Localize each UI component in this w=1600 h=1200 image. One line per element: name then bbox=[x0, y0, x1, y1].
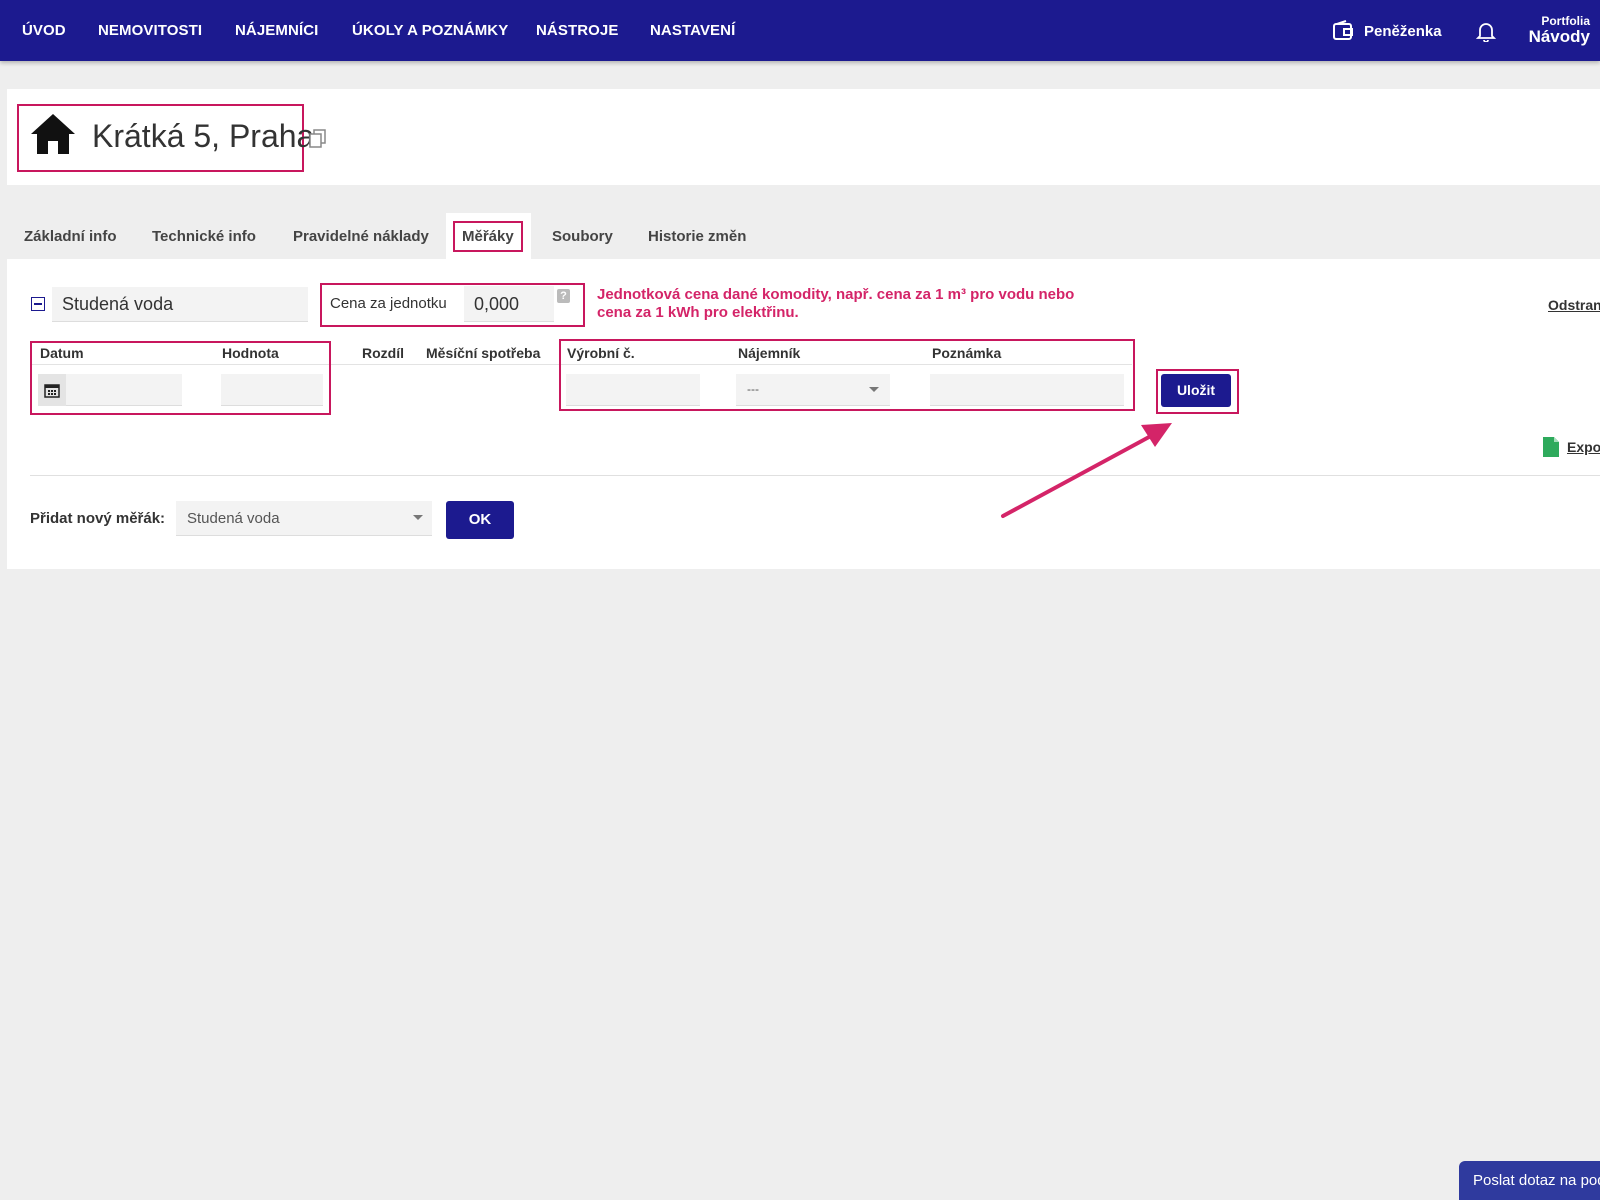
home-icon bbox=[29, 112, 77, 161]
top-navbar: ÚVOD NEMOVITOSTI NÁJEMNÍCI ÚKOLY A POZNÁ… bbox=[0, 0, 1600, 61]
note-input[interactable] bbox=[930, 374, 1124, 406]
chevron-down-icon bbox=[869, 387, 879, 392]
portfolio-name: Návody bbox=[1528, 27, 1590, 46]
export-label: Export bbox=[1567, 439, 1600, 455]
bell-icon[interactable] bbox=[1475, 20, 1497, 47]
col-mesicni-spotreba: Měsíční spotřeba bbox=[426, 345, 541, 361]
tab-technicke-info[interactable]: Technické info bbox=[152, 214, 256, 260]
property-title: Krátká 5, Praha bbox=[92, 118, 315, 154]
remove-meter-link[interactable]: Odstranit bbox=[1548, 297, 1600, 313]
nav-item-ukoly[interactable]: ÚKOLY A POZNÁMKY bbox=[352, 0, 508, 61]
calendar-button[interactable] bbox=[38, 374, 66, 406]
add-meter-select-value: Studená voda bbox=[187, 510, 280, 527]
nav-item-nastaveni[interactable]: NASTAVENÍ bbox=[650, 0, 735, 61]
support-chat-button[interactable]: Poslat dotaz na podporu bbox=[1459, 1161, 1600, 1200]
portfolio-label: Portfolia bbox=[1541, 14, 1590, 28]
save-button[interactable]: Uložit bbox=[1161, 374, 1231, 407]
wallet-label: Peněženka bbox=[1364, 22, 1442, 40]
help-icon[interactable]: ? bbox=[557, 289, 570, 303]
calendar-icon bbox=[44, 384, 60, 398]
value-input[interactable] bbox=[221, 374, 323, 406]
price-label: Cena za jednotku bbox=[330, 295, 447, 312]
tab-soubory[interactable]: Soubory bbox=[552, 214, 613, 260]
add-meter-label: Přidat nový měřák: bbox=[30, 510, 166, 527]
wallet-icon bbox=[1333, 20, 1353, 40]
xlsx-file-icon bbox=[1543, 437, 1559, 457]
collapse-toggle[interactable] bbox=[31, 297, 45, 311]
wallet-link[interactable]: Peněženka bbox=[1332, 19, 1442, 43]
copy-icon[interactable] bbox=[309, 128, 327, 153]
tab-historie-zmen[interactable]: Historie změn bbox=[648, 214, 746, 260]
ok-button[interactable]: OK bbox=[446, 501, 514, 539]
nav-item-nastroje[interactable]: NÁSTROJE bbox=[536, 0, 618, 61]
tab-pravidelne-naklady[interactable]: Pravidelné náklady bbox=[293, 214, 429, 260]
highlight-tab bbox=[453, 221, 523, 252]
nav-item-nemovitosti[interactable]: NEMOVITOSTI bbox=[98, 0, 202, 61]
nav-item-uvod[interactable]: ÚVOD bbox=[22, 0, 66, 61]
tenant-select[interactable] bbox=[736, 374, 890, 406]
col-rozdil: Rozdíl bbox=[362, 345, 404, 361]
portfolio-switcher[interactable]: Portfolia Návody bbox=[1529, 14, 1590, 46]
price-input[interactable]: 0,000 bbox=[464, 286, 554, 322]
tab-zakladni-info[interactable]: Základní info bbox=[24, 214, 117, 260]
export-link[interactable]: Export bbox=[1543, 437, 1600, 457]
section-divider bbox=[30, 475, 1600, 476]
meter-name-field[interactable]: Studená voda bbox=[52, 287, 308, 322]
chevron-down-icon bbox=[413, 515, 423, 520]
tenant-select-value: --- bbox=[747, 382, 759, 396]
date-input[interactable] bbox=[66, 374, 182, 406]
annotation-note: Jednotková cena dané komodity, např. cen… bbox=[597, 286, 1075, 321]
nav-item-najemnici[interactable]: NÁJEMNÍCI bbox=[235, 0, 318, 61]
serial-number-input[interactable] bbox=[566, 374, 700, 406]
add-meter-select[interactable]: Studená voda bbox=[176, 501, 432, 536]
